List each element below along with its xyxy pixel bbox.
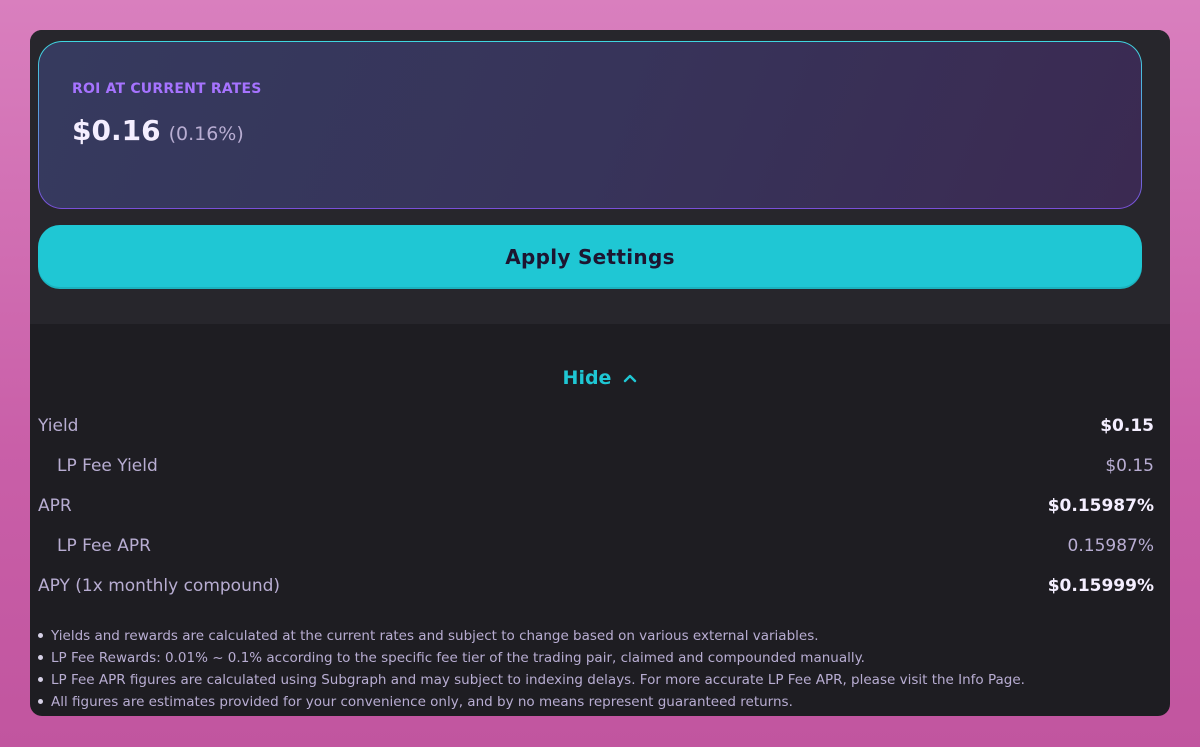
roi-value: $0.16 (0.16%) — [72, 114, 244, 147]
detail-label: APR — [38, 496, 72, 516]
details-list: Yield $0.15 LP Fee Yield $0.15 APR $0.15… — [38, 406, 1154, 606]
detail-row-apy: APY (1x monthly compound) $0.15999% — [38, 566, 1154, 606]
detail-row-lp-fee-yield: LP Fee Yield $0.15 — [38, 446, 1154, 486]
detail-label: Yield — [38, 416, 79, 436]
detail-label: LP Fee APR — [57, 536, 151, 556]
detail-value: $0.15987% — [1047, 496, 1154, 516]
note-item: LP Fee APR figures are calculated using … — [38, 669, 1148, 691]
roi-card: ROI AT CURRENT RATES $0.16 (0.16%) — [38, 41, 1142, 209]
detail-value: 0.15987% — [1067, 536, 1154, 556]
hide-details-toggle[interactable]: Hide — [30, 367, 1170, 389]
detail-value: $0.15 — [1100, 416, 1154, 436]
detail-row-apr: APR $0.15987% — [38, 486, 1154, 526]
roi-card-inner: ROI AT CURRENT RATES $0.16 (0.16%) — [39, 42, 1141, 208]
chevron-up-icon — [623, 373, 637, 383]
detail-value: $0.15 — [1105, 456, 1154, 476]
detail-value: $0.15999% — [1047, 576, 1154, 596]
hide-label: Hide — [562, 367, 612, 389]
note-item: Yields and rewards are calculated at the… — [38, 625, 1148, 647]
roi-label: ROI AT CURRENT RATES — [72, 81, 262, 97]
note-item: LP Fee Rewards: 0.01% ~ 0.1% according t… — [38, 647, 1148, 669]
detail-label: APY (1x monthly compound) — [38, 576, 281, 596]
roi-calculator-modal: ROI AT CURRENT RATES $0.16 (0.16%) Apply… — [30, 30, 1170, 716]
disclaimer-notes: Yields and rewards are calculated at the… — [38, 625, 1148, 713]
apply-settings-button[interactable]: Apply Settings — [38, 225, 1142, 289]
note-item: All figures are estimates provided for y… — [38, 691, 1148, 713]
detail-row-yield: Yield $0.15 — [38, 406, 1154, 446]
roi-percent: (0.16%) — [168, 123, 244, 145]
roi-summary-section: ROI AT CURRENT RATES $0.16 (0.16%) Apply… — [30, 30, 1170, 324]
roi-amount: $0.16 — [72, 114, 161, 147]
detail-row-lp-fee-apr: LP Fee APR 0.15987% — [38, 526, 1154, 566]
detail-label: LP Fee Yield — [57, 456, 158, 476]
